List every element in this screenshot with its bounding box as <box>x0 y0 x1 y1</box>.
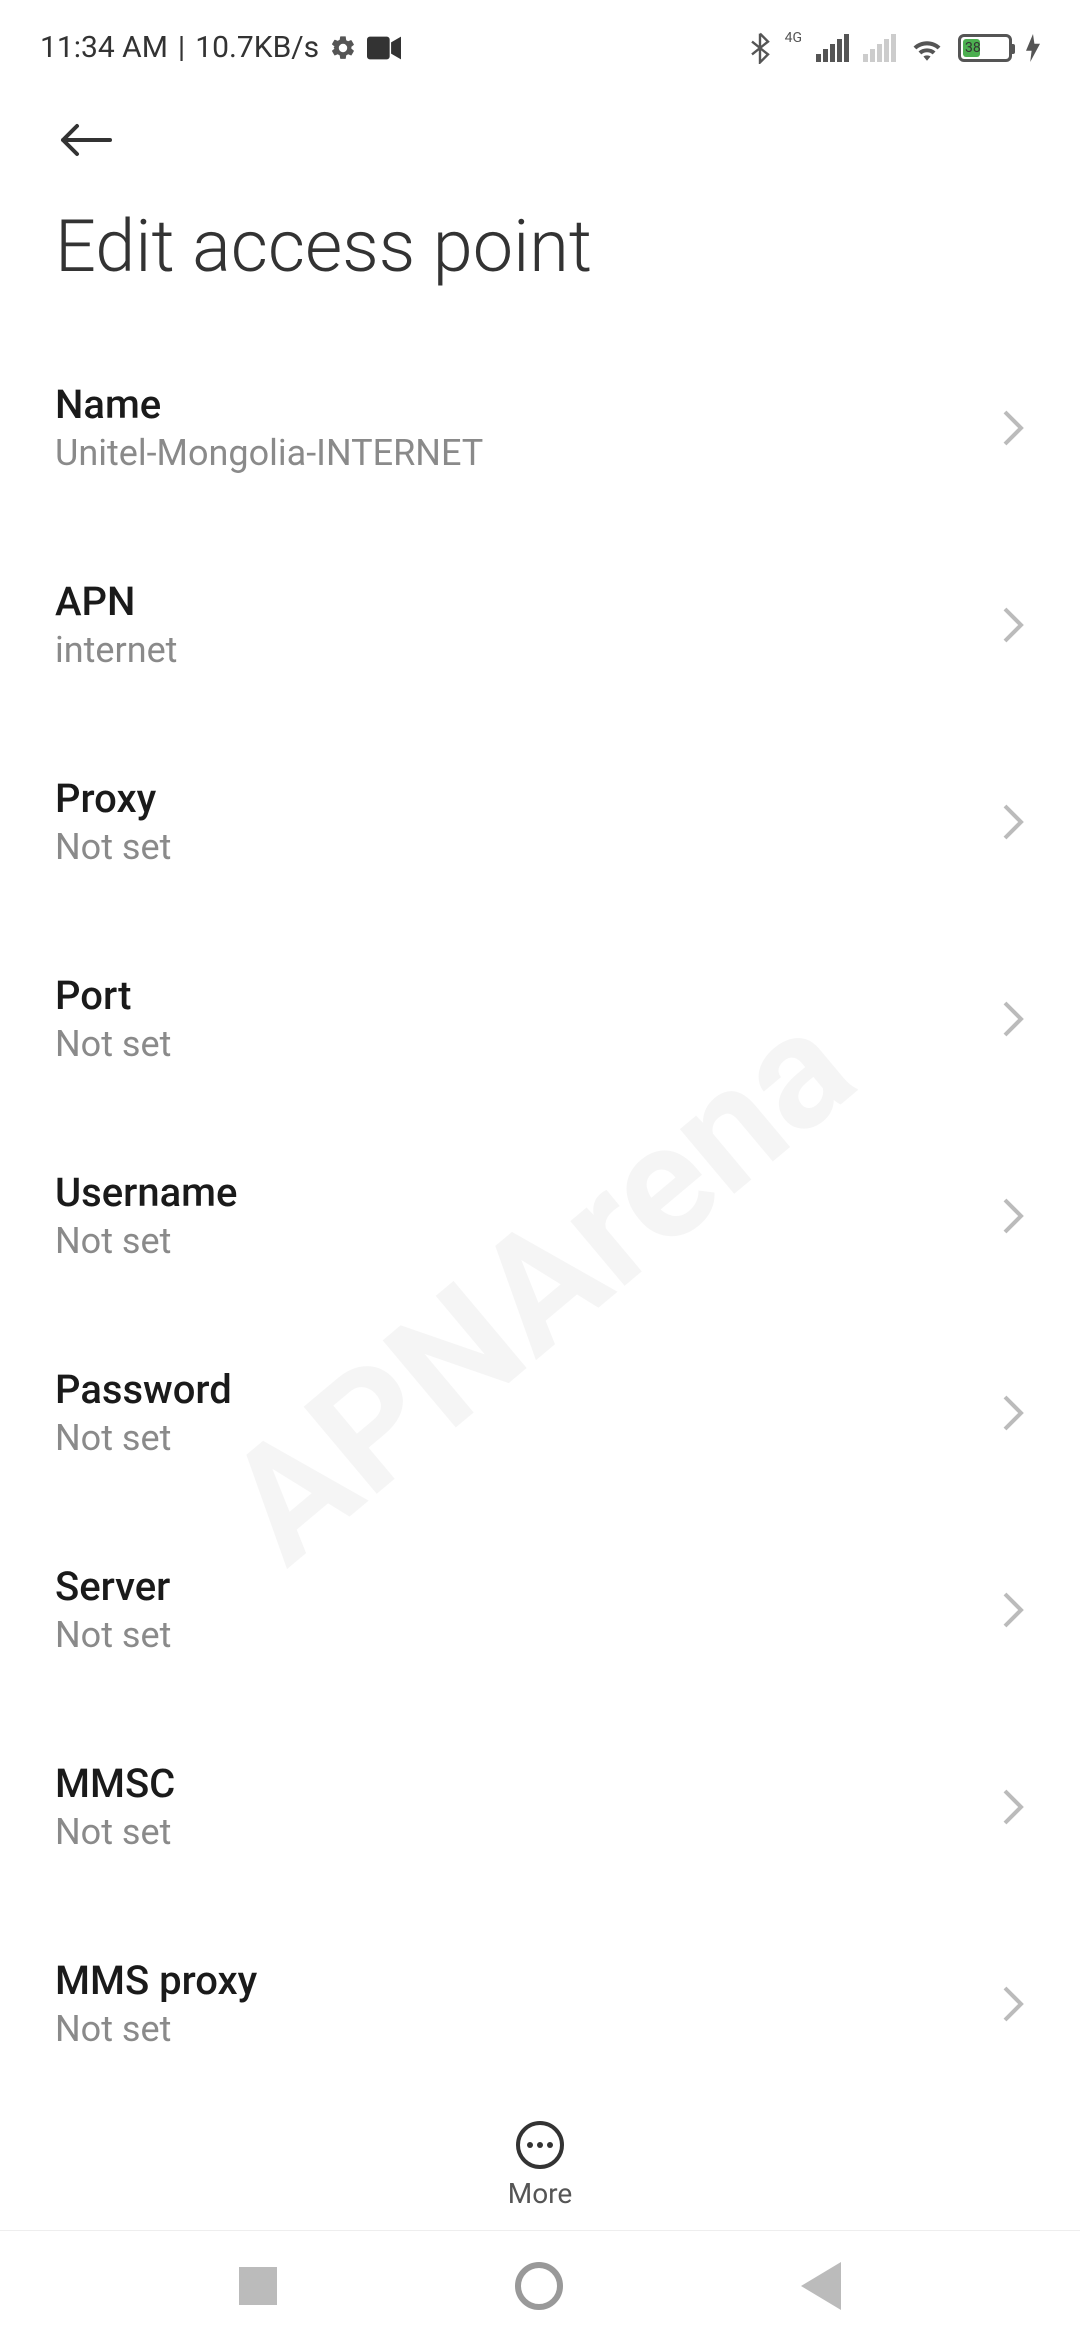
nav-home-button[interactable] <box>515 2262 563 2310</box>
chevron-right-icon <box>1001 999 1025 1039</box>
list-item-mmsc[interactable]: MMSC Not set <box>55 1708 1025 1905</box>
list-item-port[interactable]: Port Not set <box>55 920 1025 1117</box>
status-data-rate: 10.7KB/s <box>195 30 319 65</box>
item-value: Not set <box>55 1614 171 1656</box>
status-bar: 11:34 AM | 10.7KB/s 4G <box>0 0 1080 80</box>
gear-icon <box>329 34 357 62</box>
camera-icon <box>367 36 401 60</box>
item-value: Not set <box>55 826 171 868</box>
charging-icon <box>1026 34 1040 62</box>
chevron-right-icon <box>1001 1787 1025 1827</box>
status-separator: | <box>178 30 185 65</box>
list-item-username[interactable]: Username Not set <box>55 1117 1025 1314</box>
network-4g-label: 4G <box>785 30 802 46</box>
list-item-name[interactable]: Name Unitel-Mongolia-INTERNET <box>55 329 1025 526</box>
back-button[interactable] <box>55 110 115 194</box>
battery-level: 38 <box>965 40 981 56</box>
signal-sim1-icon <box>816 34 849 62</box>
item-title: APN <box>55 578 177 625</box>
wifi-icon <box>910 34 944 62</box>
chevron-right-icon <box>1001 1196 1025 1236</box>
status-left: 11:34 AM | 10.7KB/s <box>40 30 401 65</box>
item-title: Username <box>55 1169 237 1216</box>
item-title: Port <box>55 972 171 1019</box>
list-item-proxy[interactable]: Proxy Not set <box>55 723 1025 920</box>
item-value: Not set <box>55 2008 257 2050</box>
more-label: More <box>508 2177 573 2210</box>
nav-recent-button[interactable] <box>239 2267 277 2305</box>
page-title: Edit access point <box>55 194 1025 329</box>
item-title: MMS proxy <box>55 1957 257 2004</box>
chevron-right-icon <box>1001 605 1025 645</box>
bottom-action-bar: More <box>0 2121 1080 2210</box>
bluetooth-icon <box>749 32 771 64</box>
item-value: Not set <box>55 1023 171 1065</box>
chevron-right-icon <box>1001 802 1025 842</box>
battery-icon: 38 <box>958 34 1012 62</box>
chevron-right-icon <box>1001 1984 1025 2024</box>
item-title: Proxy <box>55 775 171 822</box>
item-value: Unitel-Mongolia-INTERNET <box>55 432 483 474</box>
item-title: Name <box>55 381 483 428</box>
nav-back-button[interactable] <box>801 2262 841 2310</box>
more-icon <box>527 2142 533 2148</box>
list-item-apn[interactable]: APN internet <box>55 526 1025 723</box>
item-value: internet <box>55 629 177 671</box>
arrow-left-icon <box>55 120 115 160</box>
chevron-right-icon <box>1001 1393 1025 1433</box>
list-item-password[interactable]: Password Not set <box>55 1314 1025 1511</box>
settings-list: Name Unitel-Mongolia-INTERNET APN intern… <box>0 329 1080 2102</box>
chevron-right-icon <box>1001 408 1025 448</box>
chevron-right-icon <box>1001 1590 1025 1630</box>
list-item-server[interactable]: Server Not set <box>55 1511 1025 1708</box>
item-value: Not set <box>55 1811 175 1853</box>
status-right: 4G 38 <box>749 32 1040 64</box>
more-button[interactable] <box>516 2121 564 2169</box>
signal-sim2-icon <box>863 34 896 62</box>
status-time: 11:34 AM <box>40 30 168 65</box>
item-title: Server <box>55 1563 171 1610</box>
header: Edit access point <box>0 80 1080 329</box>
navigation-bar <box>0 2230 1080 2340</box>
list-item-mmsproxy[interactable]: MMS proxy Not set <box>55 1905 1025 2102</box>
item-value: Not set <box>55 1220 237 1262</box>
item-value: Not set <box>55 1417 232 1459</box>
item-title: Password <box>55 1366 232 1413</box>
item-title: MMSC <box>55 1760 175 1807</box>
